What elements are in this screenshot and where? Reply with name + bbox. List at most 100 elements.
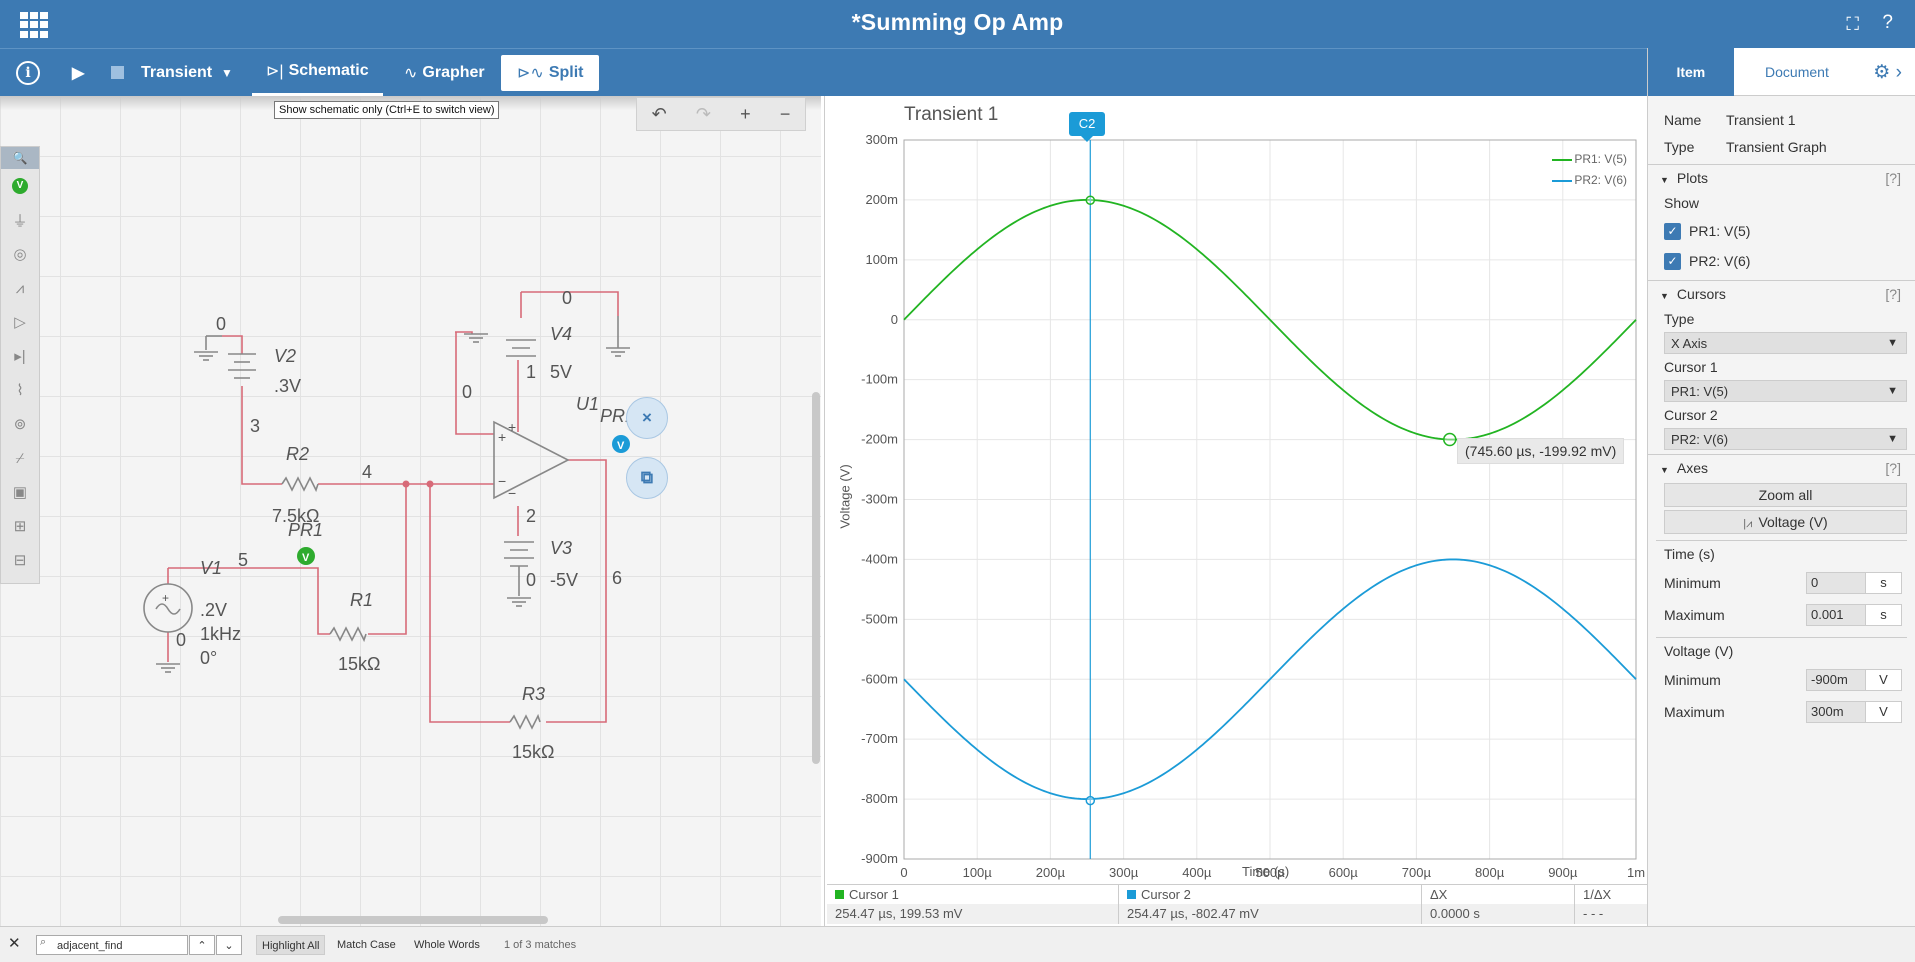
cursors-help[interactable]: [?] (1885, 286, 1901, 302)
tab-grapher[interactable]: ∿ Grapher (390, 49, 499, 96)
tab-schematic[interactable]: ⊳| Schematic (252, 49, 383, 96)
transient-chart[interactable]: 0 100µ 200µ 300µ 400µ 500µ 600µ 700µ 800µ 900µ 1m3… (825, 96, 1648, 886)
time-max-input[interactable]: 0.001 (1806, 604, 1866, 626)
resistor-icon[interactable]: ⩘ (1, 271, 39, 305)
find-previous-button[interactable]: ⌃ (189, 935, 215, 955)
whole-words-button[interactable]: Whole Words (414, 935, 480, 955)
horizontal-scrollbar[interactable] (278, 916, 548, 924)
name-label: Name (1664, 111, 1702, 128)
chevron-down-icon: ▼ (1887, 433, 1898, 445)
cursor2-select[interactable]: PR2: V(6) ▼ (1664, 428, 1907, 450)
schematic-drawing[interactable]: 0 V2 .3V 3 R2 7.5kΩ 4 PR1 5 V1 .2V 1kHz … (0, 96, 821, 926)
main-toolbar: i ▶ Transient ▼ ⊳| Schematic ∿ Grapher ⊳… (0, 48, 1647, 96)
match-case-button[interactable]: Match Case (337, 935, 396, 955)
v3-name: V3 (550, 538, 572, 558)
find-input[interactable]: adjacent_find (36, 935, 188, 955)
opamp-icon[interactable]: ▷ (1, 305, 39, 339)
cursor-c2-handle[interactable]: C2 (1069, 112, 1105, 142)
view-tooltip: Show schematic only (Ctrl+E to switch vi… (274, 101, 500, 119)
highlight-all-button[interactable]: Highlight All (256, 935, 326, 955)
cursor-type-select[interactable]: X Axis ▼ (1664, 332, 1907, 354)
cursor-table-h2: Cursor 2 (1141, 886, 1191, 902)
vertical-scrollbar[interactable] (812, 392, 820, 764)
plot2-checkbox[interactable]: ✓ PR2: V(6) (1648, 246, 1915, 276)
axis-scale-icon: |⩘ (1743, 518, 1759, 530)
cursor-readout: (745.60 µs, -199.92 mV) (1457, 438, 1625, 464)
volt-min-label: Minimum (1664, 672, 1721, 688)
voltage-axis-button[interactable]: |⩘ Voltage (V) (1664, 510, 1907, 534)
cursor1-select[interactable]: PR1: V(5) ▼ (1664, 380, 1907, 402)
close-icon[interactable]: ✕ (8, 935, 21, 955)
module-icon[interactable]: ⊞ (1, 509, 39, 543)
find-next-button[interactable]: ⌄ (216, 935, 242, 955)
zoom-in-icon[interactable]: + (740, 104, 751, 125)
probe-pr1[interactable]: V (297, 547, 315, 565)
help-icon[interactable]: ? (1882, 12, 1893, 34)
volt-max-input[interactable]: 300m (1806, 701, 1866, 723)
cursor2-value: 254.47 µs, -802.47 mV (1119, 904, 1422, 924)
chevron-down-icon[interactable]: ▼ (221, 49, 233, 96)
cursor1-value: 254.47 µs, 199.53 mV (827, 904, 1119, 924)
cursor1-swatch (835, 889, 844, 899)
analysis-select[interactable]: Transient (141, 49, 212, 96)
x-tick-label: 100µ (963, 865, 993, 880)
duplicate-button[interactable]: ⧉ (626, 457, 668, 499)
x-tick-label: 200µ (1036, 865, 1066, 880)
volt-max-label: Maximum (1664, 704, 1725, 720)
ic-icon[interactable]: ▣ (1, 475, 39, 509)
plot1-label: PR1: V(5) (1689, 223, 1751, 239)
time-min-input[interactable]: 0 (1806, 572, 1866, 594)
gear-icon[interactable]: ⚙ › (1860, 48, 1915, 96)
meter-icon[interactable]: ⊚ (1, 407, 39, 441)
tab-item[interactable]: Item (1648, 48, 1734, 96)
ground-icon[interactable]: ⏚ (1, 203, 39, 237)
probe-pr1-symbol: V (302, 552, 310, 564)
document-title: *Summing Op Amp (851, 9, 1064, 35)
delete-button[interactable]: × (626, 397, 668, 439)
stop-icon[interactable] (111, 49, 124, 96)
v4-name: V4 (550, 324, 572, 344)
schematic-icon: ⊳| (266, 63, 284, 80)
y-tick-label: -900m (861, 851, 898, 866)
info-icon[interactable]: i (16, 61, 40, 85)
find-bar: ✕ adjacent_find ⌕ ⌃ ⌄ Highlight All Matc… (0, 926, 1915, 962)
plots-section-header[interactable]: Plots [?] (1648, 164, 1915, 190)
diode-icon[interactable]: ▸| (1, 339, 39, 373)
zoom-all-button[interactable]: Zoom all (1664, 483, 1907, 507)
chart-legend: PR1: V(5) PR2: V(6) (1552, 149, 1627, 191)
fullscreen-icon[interactable]: ⛶ (1846, 14, 1859, 35)
schematic-canvas[interactable]: 0 V2 .3V 3 R2 7.5kΩ 4 PR1 5 V1 .2V 1kHz … (0, 96, 821, 926)
palette-probe[interactable]: V (1, 169, 39, 203)
tab-split[interactable]: ⊳∿ Split (501, 55, 600, 91)
transistor-icon[interactable]: ⌇ (1, 373, 39, 407)
volt-min-input[interactable]: -900m (1806, 669, 1866, 691)
r2-resistor (281, 476, 319, 493)
zoom-out-icon[interactable]: − (780, 104, 791, 125)
connector-icon[interactable]: ⊟ (1, 543, 39, 577)
v3-value: -5V (550, 570, 578, 590)
axes-help[interactable]: [?] (1885, 460, 1901, 476)
v4-value: 5V (550, 362, 572, 382)
ac-source-icon[interactable]: ◎ (1, 237, 39, 271)
pr1-name: PR1 (288, 520, 323, 540)
y-tick-label: -600m (861, 671, 898, 686)
run-icon[interactable]: ▶ (72, 49, 84, 96)
plot1-checkbox[interactable]: ✓ PR1: V(5) (1648, 216, 1915, 246)
plots-help[interactable]: [?] (1885, 170, 1901, 186)
u1-ground (464, 333, 488, 343)
volt-min-unit: V (1866, 669, 1902, 691)
x-tick-label: 1m (1627, 865, 1645, 880)
cursors-section-header[interactable]: Cursors [?] (1648, 280, 1915, 306)
show-label: Show (1664, 195, 1700, 211)
y-tick-label: -400m (861, 551, 898, 566)
redo-icon[interactable]: ↷ (696, 104, 711, 125)
search-icon[interactable]: 🔍 (1, 147, 39, 169)
tab-document[interactable]: Document (1734, 48, 1861, 96)
axes-section-header[interactable]: Axes [?] (1648, 454, 1915, 480)
legend-item: PR1: V(5) (1552, 149, 1627, 170)
tab-schematic-label: Schematic (288, 62, 369, 79)
undo-icon[interactable]: ↶ (652, 104, 667, 125)
chevron-down-icon: ▼ (1887, 385, 1898, 397)
switch-icon[interactable]: ⌿ (1, 441, 39, 475)
probe-pr2[interactable]: V (612, 435, 630, 453)
